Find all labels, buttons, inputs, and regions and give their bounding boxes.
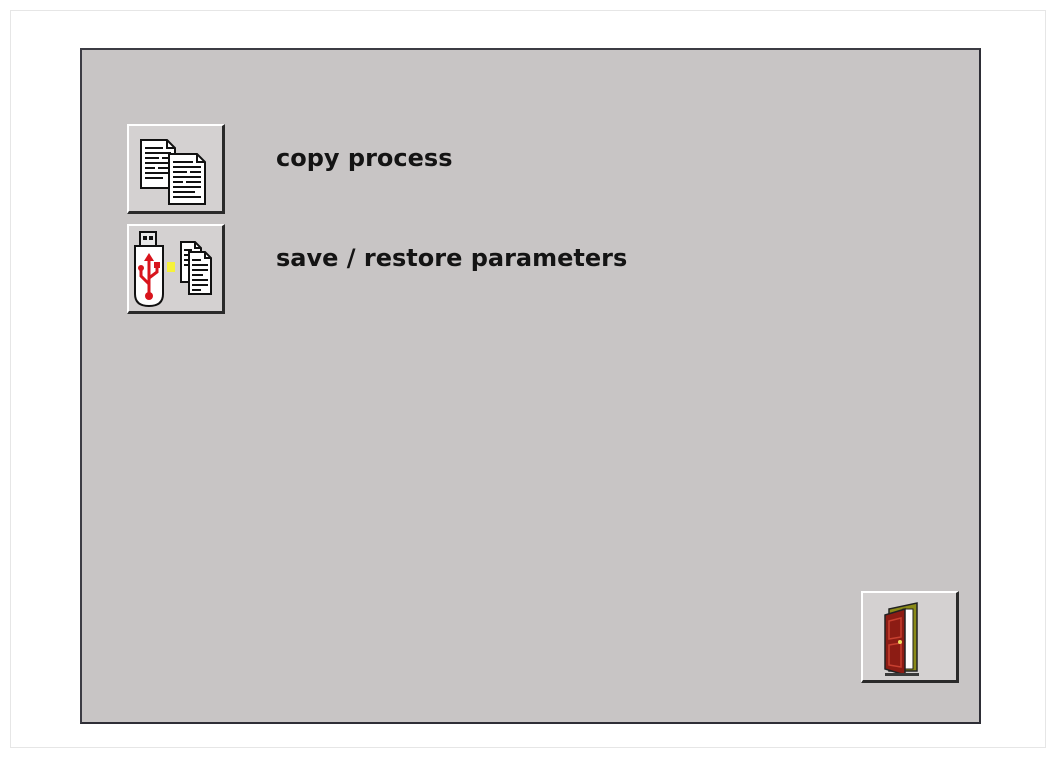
save-restore-parameters-label: save / restore parameters (276, 244, 628, 272)
exit-door-icon (884, 602, 919, 677)
exit-button[interactable] (861, 591, 959, 683)
copy-documents-icon (140, 139, 206, 205)
usb-save-restore-icon (134, 231, 212, 308)
copy-process-label: copy process (276, 144, 453, 172)
main-panel: copy process save / restore parameters (80, 48, 981, 724)
save-restore-parameters-button[interactable] (127, 224, 225, 314)
copy-process-button[interactable] (127, 124, 225, 214)
